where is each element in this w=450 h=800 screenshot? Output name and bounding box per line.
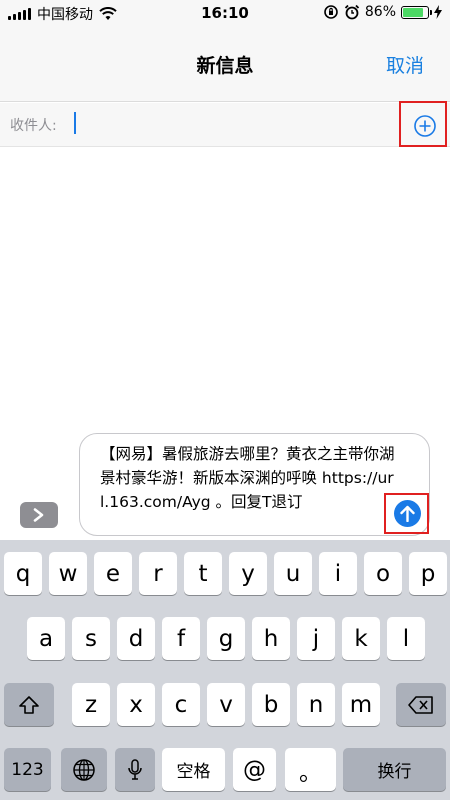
key-c[interactable]: c <box>162 683 200 726</box>
backspace-icon <box>408 695 433 714</box>
delete-key[interactable] <box>396 683 446 726</box>
key-w[interactable]: w <box>49 552 87 595</box>
shift-key[interactable] <box>4 683 54 726</box>
key-z[interactable]: z <box>72 683 110 726</box>
plus-circle-icon <box>414 115 436 137</box>
key-k[interactable]: k <box>342 617 380 660</box>
space-key[interactable]: 空格 <box>162 748 225 791</box>
key-p[interactable]: p <box>409 552 447 595</box>
shift-icon <box>19 695 39 714</box>
chevron-right-icon <box>33 508 44 522</box>
key-e[interactable]: e <box>94 552 132 595</box>
key-g[interactable]: g <box>207 617 245 660</box>
message-input[interactable]: 【网易】暑假旅游去哪里？黄衣之主带你湖景村豪华游！新版本深渊的呼唤 https:… <box>79 433 430 536</box>
key-s[interactable]: s <box>72 617 110 660</box>
at-key[interactable]: @ <box>233 748 276 791</box>
numbers-key[interactable]: 123 <box>4 748 51 791</box>
battery-icon <box>401 5 432 19</box>
arrow-up-icon <box>400 505 415 522</box>
recipient-row[interactable]: 收件人: <box>0 103 450 147</box>
alarm-icon <box>344 4 360 20</box>
recipient-label: 收件人: <box>10 118 57 134</box>
cancel-button[interactable]: 取消 <box>386 51 424 78</box>
key-q[interactable]: q <box>4 552 42 595</box>
key-m[interactable]: m <box>342 683 380 726</box>
status-bar: 中国移动 16:10 86% <box>0 0 450 26</box>
page-title: 新信息 <box>196 55 254 77</box>
return-key[interactable]: 换行 <box>343 748 446 791</box>
battery-fill <box>403 7 424 17</box>
globe-key[interactable] <box>61 748 107 791</box>
microphone-icon <box>128 758 142 780</box>
status-right: 86% <box>323 4 442 20</box>
key-x[interactable]: x <box>117 683 155 726</box>
key-d[interactable]: d <box>117 617 155 660</box>
key-v[interactable]: v <box>207 683 245 726</box>
key-a[interactable]: a <box>27 617 65 660</box>
send-button-highlight <box>384 493 429 534</box>
period-key[interactable]: 。 <box>285 748 336 791</box>
orientation-lock-icon <box>324 5 338 19</box>
add-contact-button[interactable] <box>399 101 447 147</box>
nav-bar: 新信息 取消 <box>0 26 450 102</box>
key-y[interactable]: y <box>229 552 267 595</box>
message-text: 【网易】暑假旅游去哪里？黄衣之主带你湖景村豪华游！新版本深渊的呼唤 https:… <box>100 445 395 511</box>
key-f[interactable]: f <box>162 617 200 660</box>
globe-icon <box>73 758 95 781</box>
key-n[interactable]: n <box>297 683 335 726</box>
charging-icon <box>434 5 442 19</box>
key-t[interactable]: t <box>184 552 222 595</box>
send-button[interactable] <box>394 500 421 527</box>
battery-percent: 86% <box>364 4 396 20</box>
text-cursor <box>74 112 76 134</box>
key-i[interactable]: i <box>319 552 357 595</box>
key-b[interactable]: b <box>252 683 290 726</box>
key-h[interactable]: h <box>252 617 290 660</box>
keyboard: q w e r t y u i o p a s d f g h j k l z … <box>0 540 450 800</box>
key-j[interactable]: j <box>297 617 335 660</box>
key-u[interactable]: u <box>274 552 312 595</box>
key-o[interactable]: o <box>364 552 402 595</box>
key-l[interactable]: l <box>387 617 425 660</box>
expand-apps-button[interactable] <box>20 502 58 528</box>
key-r[interactable]: r <box>139 552 177 595</box>
dictation-key[interactable] <box>115 748 155 791</box>
